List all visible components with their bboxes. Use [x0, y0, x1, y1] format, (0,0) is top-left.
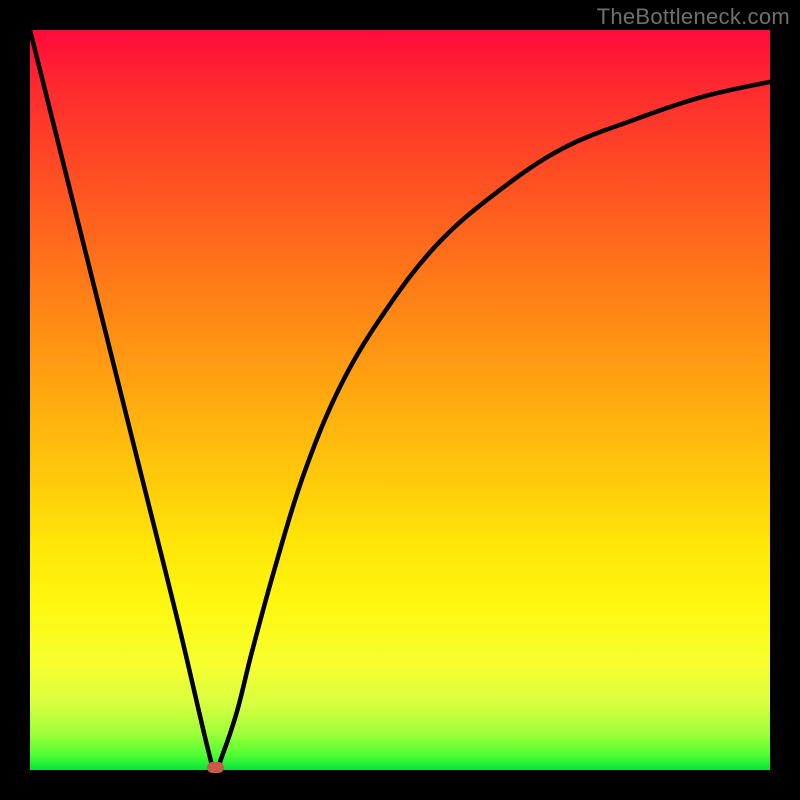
optimal-point-marker [207, 762, 224, 773]
chart-frame: TheBottleneck.com [0, 0, 800, 800]
bottleneck-curve [30, 30, 770, 770]
attribution-label: TheBottleneck.com [597, 4, 790, 30]
plot-area [30, 30, 770, 770]
